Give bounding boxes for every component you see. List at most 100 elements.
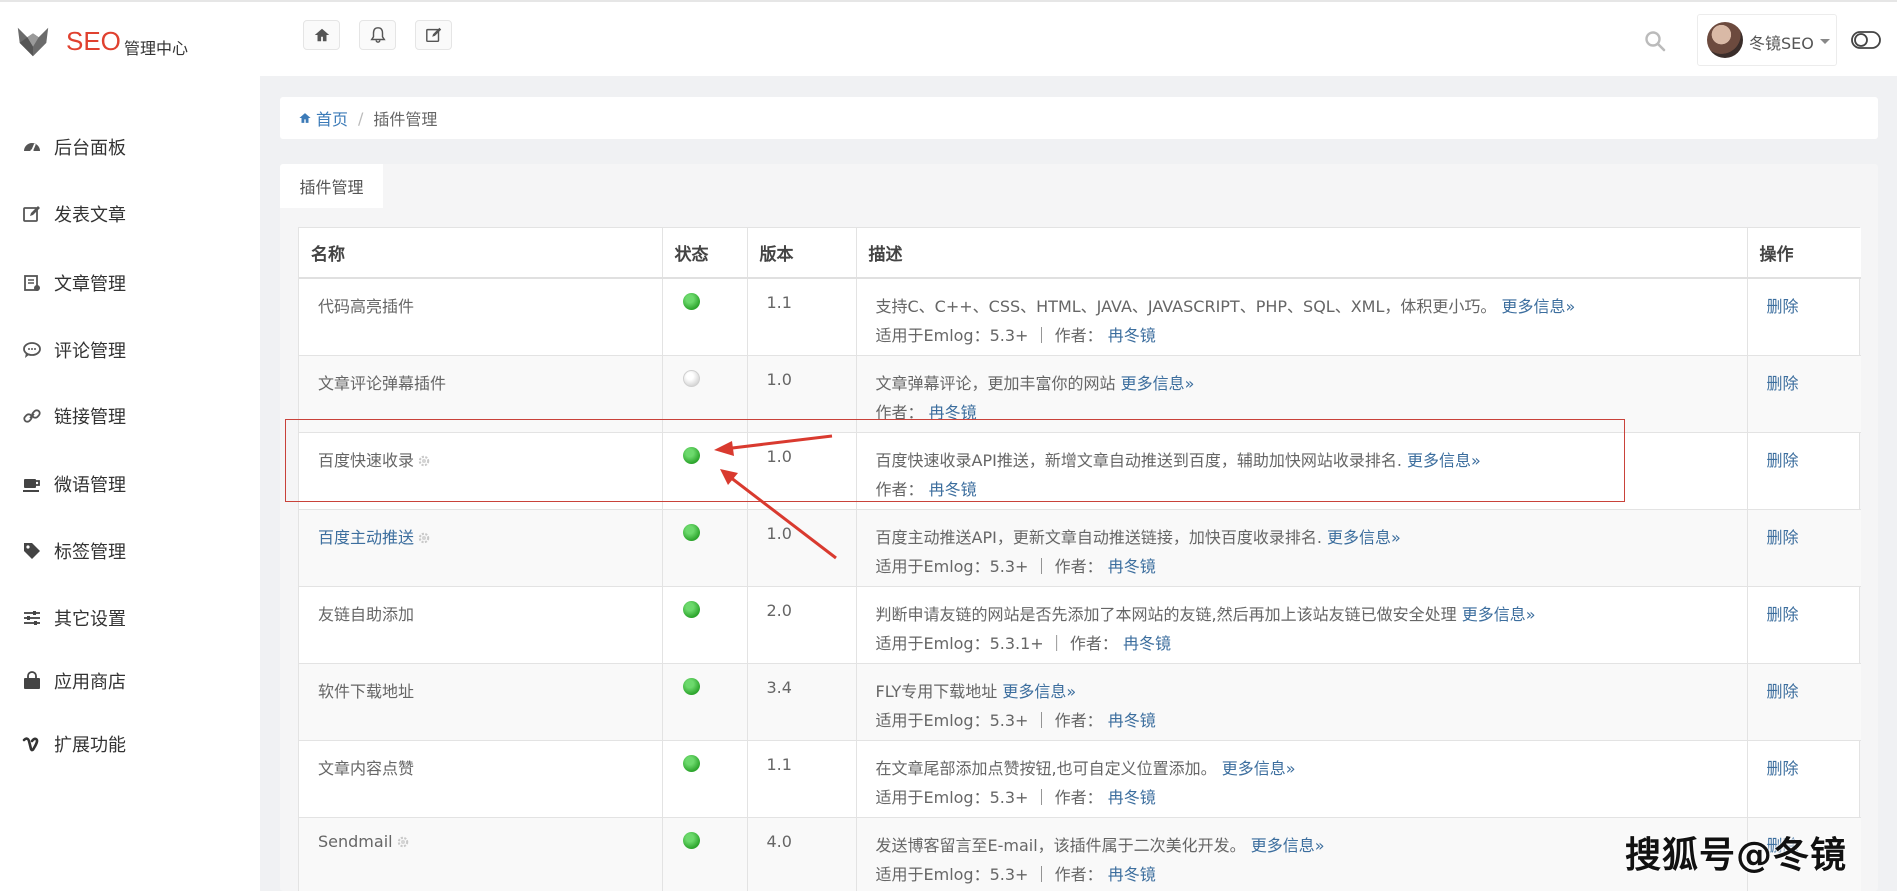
tag-icon xyxy=(24,543,40,559)
status-toggle[interactable] xyxy=(682,369,700,387)
sidebar-item-dashboard[interactable]: 后台面板 xyxy=(0,127,260,167)
more-info-link[interactable]: 更多信息» xyxy=(1327,528,1401,547)
sidebar-item-label: 微语管理 xyxy=(54,475,126,496)
column-header-status: 状态 xyxy=(662,228,748,279)
plugin-name-cell: 百度快速收录 xyxy=(299,432,663,510)
plugin-name: Sendmail xyxy=(318,831,393,851)
plugin-status-cell xyxy=(662,663,748,741)
more-info-link[interactable]: 更多信息» xyxy=(1222,759,1296,778)
plugin-version: 3.4 xyxy=(747,663,857,741)
plugin-compat: 适用于Emlog：5.3+ ｜ 作者： xyxy=(875,326,1103,345)
plugin-author-link[interactable]: 冉冬镜 xyxy=(929,403,977,422)
cup-icon xyxy=(23,479,40,492)
delete-link[interactable]: 删除 xyxy=(1747,509,1861,587)
status-toggle[interactable] xyxy=(682,523,700,541)
plugin-description-cell: 判断申请友链的网站是否先添加了本网站的友链,然后再加上该站友链已做安全处理 更多… xyxy=(856,586,1748,664)
plugin-author-link[interactable]: 冉冬镜 xyxy=(1123,634,1171,653)
plugin-status-cell xyxy=(662,278,748,356)
plugin-name-cell: 代码高亮插件 xyxy=(299,278,663,356)
notifications-button[interactable] xyxy=(359,20,396,50)
plugin-author-link[interactable]: 冉冬镜 xyxy=(1108,326,1156,345)
table-body: 代码高亮插件 1.1 支持C、C++、CSS、HTML、JAVA、JAVASCRIP… xyxy=(299,278,1861,891)
plugin-description: 支持C、C++、CSS、HTML、JAVA、JAVASCRIPT、PHP、SQL… xyxy=(875,297,1497,316)
delete-link[interactable]: 删除 xyxy=(1747,586,1861,664)
delete-link[interactable]: 删除 xyxy=(1747,355,1861,433)
search-icon[interactable] xyxy=(1644,30,1666,52)
watermark: 搜狐号@冬镜 xyxy=(1625,835,1848,876)
shop-bag-icon xyxy=(24,671,40,689)
sidebar-item-label: 标签管理 xyxy=(54,542,126,563)
more-info-link[interactable]: 更多信息» xyxy=(1251,836,1325,855)
sidebar-item-new-post[interactable]: 发表文章 xyxy=(0,194,260,234)
toggle-icon[interactable] xyxy=(1851,30,1881,50)
table-header-row: 名称 状态 版本 描述 操作 xyxy=(299,228,1861,279)
table-row: 文章内容点赞 1.1 在文章尾部添加点赞按钮,也可自定义位置添加。 更多信息» 适用于… xyxy=(299,740,1861,818)
article-icon xyxy=(24,275,40,291)
sidebar-item-articles[interactable]: 文章管理 xyxy=(0,263,260,303)
sidebar: 后台面板 发表文章 文章管理 评论管理 链接管理 微语管理 标签管理 其它设置 … xyxy=(0,76,260,891)
sidebar-item-microblog[interactable]: 微语管理 xyxy=(0,464,260,504)
sidebar-item-label: 链接管理 xyxy=(54,407,126,428)
sidebar-item-tags[interactable]: 标签管理 xyxy=(0,531,260,571)
plugin-description: 在文章尾部添加点赞按钮,也可自定义位置添加。 xyxy=(875,758,1217,778)
plugin-name-cell: 软件下载地址 xyxy=(299,663,663,741)
more-info-link[interactable]: 更多信息» xyxy=(1002,682,1076,701)
dashboard-icon xyxy=(24,143,40,153)
plugin-version: 1.0 xyxy=(747,355,857,433)
column-header-version: 版本 xyxy=(747,228,857,279)
delete-link[interactable]: 删除 xyxy=(1747,278,1861,356)
status-toggle[interactable] xyxy=(682,600,700,618)
status-toggle[interactable] xyxy=(682,446,700,464)
column-header-name: 名称 xyxy=(299,228,663,279)
sidebar-item-links[interactable]: 链接管理 xyxy=(0,396,260,436)
more-info-link[interactable]: 更多信息» xyxy=(1501,297,1575,316)
bell-icon xyxy=(369,27,386,43)
sidebar-item-app-store[interactable]: 应用商店 xyxy=(0,661,260,701)
sidebar-item-extensions[interactable]: 扩展功能 xyxy=(0,724,260,764)
tab-plugin-management[interactable]: 插件管理 xyxy=(280,164,383,208)
table-row: 百度主动推送 1.0 百度主动推送API，更新文章自动推送链接，加快百度收录排名. … xyxy=(299,509,1861,587)
sidebar-item-label: 发表文章 xyxy=(54,205,126,226)
plugin-author-link[interactable]: 冉冬镜 xyxy=(1108,865,1156,884)
plugin-compat: 适用于Emlog：5.3.1+ ｜ 作者： xyxy=(875,633,1118,653)
user-menu[interactable]: 冬镜SEO xyxy=(1697,14,1837,66)
status-toggle[interactable] xyxy=(682,293,700,310)
plugin-compat: 作者： xyxy=(875,402,924,422)
delete-link[interactable]: 删除 xyxy=(1747,740,1861,818)
gear-icon[interactable] xyxy=(417,454,431,468)
plugin-compat: 适用于Emlog：5.3+ ｜ 作者： xyxy=(875,556,1103,576)
more-info-link[interactable]: 更多信息» xyxy=(1121,374,1195,393)
plugin-compat: 适用于Emlog：5.3+ ｜ 作者： xyxy=(875,710,1103,730)
plugin-description: 判断申请友链的网站是否先添加了本网站的友链,然后再加上该站友链已做安全处理 xyxy=(875,604,1457,624)
plugin-author-link[interactable]: 冉冬镜 xyxy=(1108,711,1156,730)
more-info-link[interactable]: 更多信息» xyxy=(1407,451,1481,470)
column-header-description: 描述 xyxy=(856,228,1748,279)
fox-logo-icon[interactable] xyxy=(14,22,52,60)
delete-link[interactable]: 删除 xyxy=(1747,432,1861,510)
write-button[interactable] xyxy=(415,20,452,50)
breadcrumb-home-link[interactable]: 首页 xyxy=(298,106,348,130)
plugin-description: 文章弹幕评论，更加丰富你的网站 xyxy=(875,373,1116,393)
status-toggle[interactable] xyxy=(682,677,700,695)
sidebar-item-settings[interactable]: 其它设置 xyxy=(0,598,260,638)
status-toggle[interactable] xyxy=(682,754,700,772)
plugin-author-link[interactable]: 冉冬镜 xyxy=(1108,557,1156,576)
home-button[interactable] xyxy=(303,20,340,50)
gear-icon[interactable] xyxy=(396,835,410,849)
delete-link[interactable]: 删除 xyxy=(1747,663,1861,741)
plugin-author-link[interactable]: 冉冬镜 xyxy=(1108,788,1156,807)
plugin-description-cell: 在文章尾部添加点赞按钮,也可自定义位置添加。 更多信息» 适用于Emlog：5.3… xyxy=(856,740,1748,818)
plugin-version: 1.0 xyxy=(747,432,857,510)
gear-icon[interactable] xyxy=(417,531,431,545)
plugin-name-cell: 文章内容点赞 xyxy=(299,740,663,818)
more-info-link[interactable]: 更多信息» xyxy=(1462,605,1536,624)
plugin-description-cell: 文章弹幕评论，更加丰富你的网站 更多信息» 作者： 冉冬镜 xyxy=(856,355,1748,433)
sidebar-item-comments[interactable]: 评论管理 xyxy=(0,330,260,370)
status-toggle[interactable] xyxy=(682,831,700,849)
user-name: 冬镜SEO xyxy=(1749,34,1814,53)
plugin-author-link[interactable]: 冉冬镜 xyxy=(929,480,977,499)
plugin-version: 2.0 xyxy=(747,586,857,664)
sidebar-item-label: 文章管理 xyxy=(54,274,126,295)
sidebar-item-label: 扩展功能 xyxy=(54,735,126,756)
table-row: 文章评论弹幕插件 1.0 文章弹幕评论，更加丰富你的网站 更多信息» 作者： 冉冬镜 删… xyxy=(299,355,1861,433)
